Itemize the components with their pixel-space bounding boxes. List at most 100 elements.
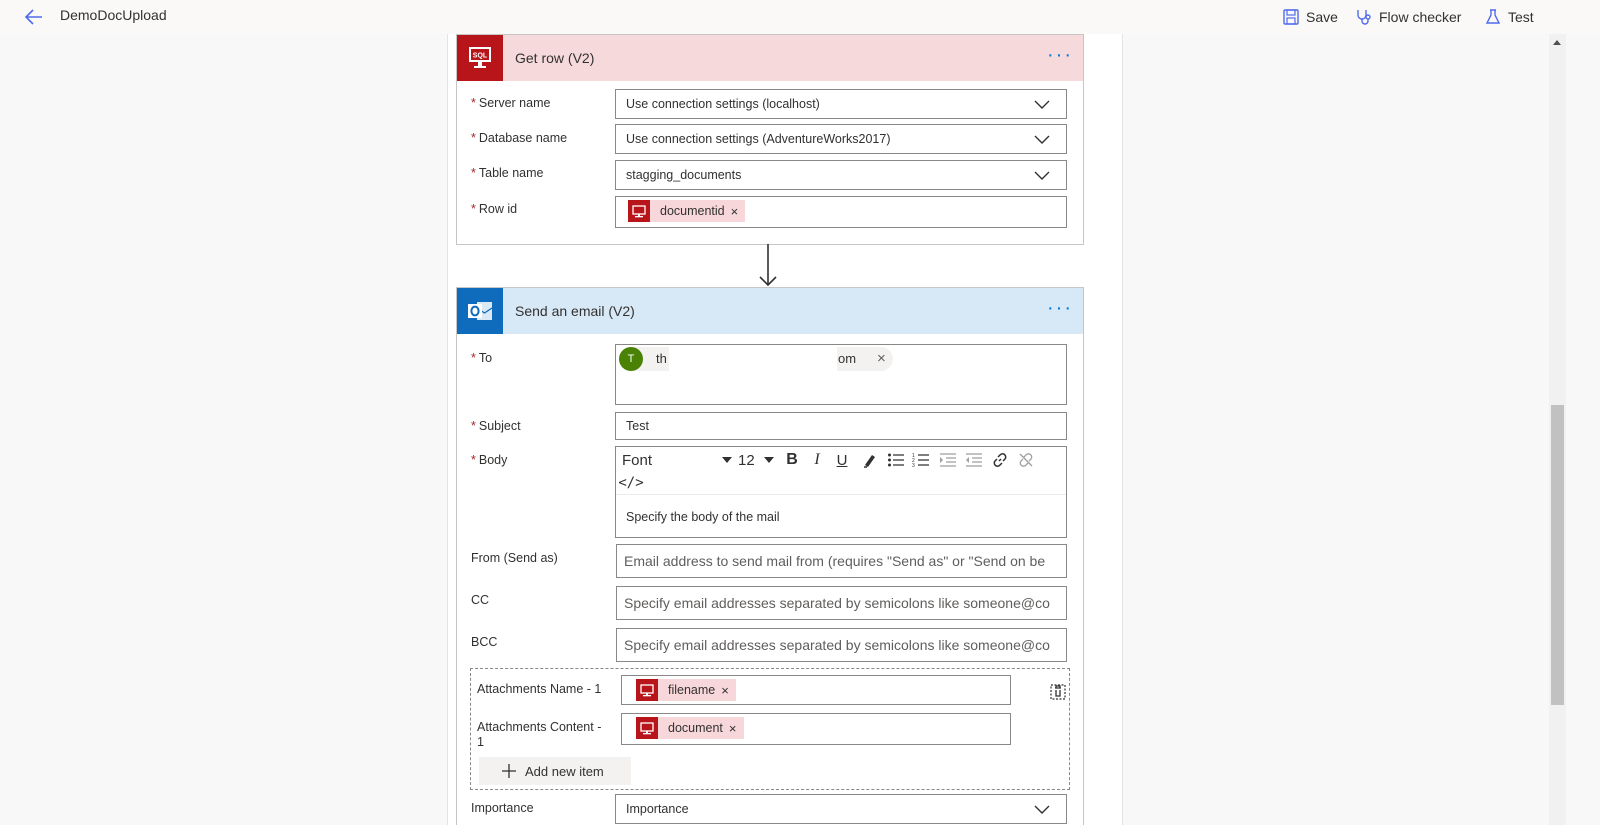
flow-checker-label: Flow checker <box>1379 9 1462 25</box>
link-button[interactable] <box>990 450 1010 470</box>
get-row-more-menu[interactable]: ··· <box>1047 44 1073 67</box>
caret-down-icon <box>764 457 774 463</box>
outdent-icon <box>966 453 982 467</box>
recipient-name-end: om <box>838 351 857 366</box>
top-bar: DemoDocUpload Save Flow checker Test <box>0 0 1600 34</box>
remove-recipient-icon[interactable]: × <box>877 350 886 367</box>
bullet-list-button[interactable] <box>886 450 906 470</box>
send-email-more-menu[interactable]: ··· <box>1047 297 1073 320</box>
chevron-down-icon <box>1034 805 1050 814</box>
indent-button[interactable] <box>938 450 958 470</box>
svg-text:3: 3 <box>912 463 915 468</box>
send-email-title: Send an email (V2) <box>515 303 635 319</box>
redaction <box>669 347 837 371</box>
sql-icon <box>636 717 658 739</box>
recipient-persona[interactable]: T th om × <box>619 347 893 371</box>
code-view-button[interactable]: </> <box>618 473 643 493</box>
font-size-dropdown[interactable]: 12 <box>738 450 774 470</box>
scroll-up-icon[interactable] <box>1553 40 1561 45</box>
attachments-group: Attachments Name - 1 filename × Attachme… <box>470 668 1070 790</box>
subject-value: Test <box>626 419 649 433</box>
body-label: * Body <box>471 453 508 467</box>
chevron-down-icon <box>1034 100 1050 109</box>
bullet-list-icon <box>888 453 904 467</box>
save-label: Save <box>1306 9 1338 25</box>
caret-down-icon <box>722 457 732 463</box>
database-name-value: Use connection settings (AdventureWorks2… <box>626 132 891 146</box>
importance-label: Importance <box>471 801 534 815</box>
row-id-label: * Row id <box>471 202 518 216</box>
remove-token-icon[interactable]: × <box>731 204 746 219</box>
attachments-content-input[interactable]: document × <box>621 713 1011 745</box>
table-name-value: stagging_documents <box>626 168 742 182</box>
font-dropdown[interactable]: Font <box>622 450 732 470</box>
add-new-item-button[interactable]: Add new item <box>479 757 631 785</box>
server-name-label: * Server name <box>471 96 551 110</box>
chevron-down-icon <box>1034 135 1050 144</box>
filename-token[interactable]: filename × <box>636 679 736 701</box>
indent-icon <box>940 453 956 467</box>
remove-token-icon[interactable]: × <box>721 683 736 698</box>
send-email-header[interactable]: Send an email (V2) ··· <box>457 288 1083 334</box>
bold-button[interactable]: B <box>782 450 802 470</box>
connector-arrow-icon <box>759 244 777 287</box>
numbered-list-button[interactable]: 123 <box>911 450 931 470</box>
documentid-token[interactable]: documentid × <box>628 200 746 222</box>
recipient-name-start: th <box>656 351 667 366</box>
attachments-content-label: Attachments Content - 1 <box>477 720 602 749</box>
server-name-value: Use connection settings (localhost) <box>626 97 820 111</box>
italic-button[interactable]: I <box>808 450 826 470</box>
cc-label: CC <box>471 593 490 607</box>
body-placeholder: Specify the body of the mail <box>626 510 780 524</box>
flow-checker-button[interactable]: Flow checker <box>1355 5 1461 29</box>
subject-input[interactable]: Test <box>615 412 1067 440</box>
from-input[interactable]: Email address to send mail from (require… <box>616 544 1067 578</box>
unlink-button[interactable] <box>1016 450 1036 470</box>
link-icon <box>993 453 1007 467</box>
get-row-title: Get row (V2) <box>515 50 595 66</box>
importance-value: Importance <box>626 802 689 816</box>
get-row-card: SQL Get row (V2) ··· * Server name Use co… <box>456 34 1084 245</box>
cc-input[interactable]: Specify email addresses separated by sem… <box>616 586 1067 620</box>
attachments-name-label: Attachments Name - 1 <box>477 682 602 696</box>
highlight-button[interactable] <box>860 450 880 470</box>
database-name-dropdown[interactable]: Use connection settings (AdventureWorks2… <box>615 124 1067 154</box>
bcc-input[interactable]: Specify email addresses separated by sem… <box>616 628 1067 662</box>
vertical-scrollbar[interactable] <box>1549 34 1566 825</box>
importance-dropdown[interactable]: Importance <box>615 794 1067 824</box>
scrollbar-thumb[interactable] <box>1551 405 1564 705</box>
test-label: Test <box>1508 9 1534 25</box>
subject-label: * Subject <box>471 419 521 433</box>
from-label: From (Send as) <box>471 551 558 565</box>
stethoscope-icon <box>1357 10 1371 25</box>
remove-token-icon[interactable]: × <box>729 721 744 736</box>
numbered-list-icon: 123 <box>912 453 929 468</box>
save-icon <box>1283 9 1299 25</box>
from-placeholder: Email address to send mail from (require… <box>624 553 1046 569</box>
flask-icon <box>1485 9 1501 24</box>
back-arrow-icon[interactable] <box>22 5 46 29</box>
font-size-label: 12 <box>738 451 755 469</box>
rich-text-toolbar: Font 12 B I U 123 </> <box>616 447 1066 495</box>
test-button[interactable]: Test <box>1484 5 1534 29</box>
avatar: T <box>619 347 643 371</box>
filename-token-label: filename <box>668 683 716 697</box>
attachments-name-input[interactable]: filename × <box>621 675 1011 705</box>
save-button[interactable]: Save <box>1282 5 1338 29</box>
row-id-input[interactable]: documentid × <box>615 196 1067 228</box>
delete-item-icon[interactable] <box>1049 682 1067 700</box>
send-email-card: Send an email (V2) ··· * To T th om × * Su… <box>456 287 1084 825</box>
get-row-header[interactable]: SQL Get row (V2) ··· <box>457 35 1083 81</box>
to-input[interactable]: T th om × <box>615 344 1067 405</box>
documentid-token-label: documentid <box>660 204 725 218</box>
database-name-label: * Database name <box>471 131 568 145</box>
svg-text:SQL: SQL <box>473 53 488 60</box>
table-name-dropdown[interactable]: stagging_documents <box>615 160 1067 190</box>
document-token[interactable]: document × <box>636 717 744 739</box>
body-editor[interactable]: Font 12 B I U 123 </> Specify the body o… <box>615 446 1067 538</box>
to-label: * To <box>471 351 493 365</box>
server-name-dropdown[interactable]: Use connection settings (localhost) <box>615 89 1067 119</box>
outdent-button[interactable] <box>964 450 984 470</box>
underline-button[interactable]: U <box>833 450 851 470</box>
bcc-placeholder: Specify email addresses separated by sem… <box>624 637 1050 653</box>
